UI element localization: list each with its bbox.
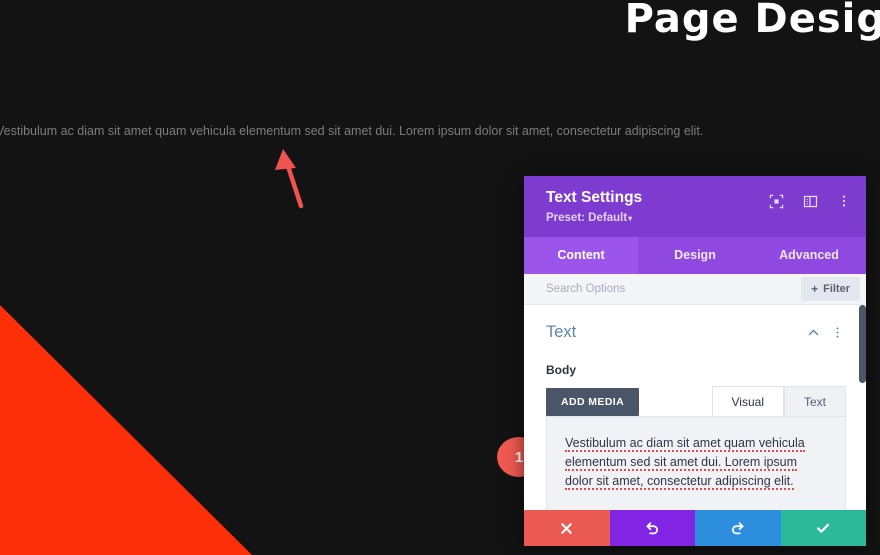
editor-content-line-2: elementum sed sit amet dui. Lorem ipsum [565,455,798,471]
decorative-red-triangle [0,305,252,555]
editor-tab-text[interactable]: Text [783,386,846,416]
expand-icon[interactable] [766,191,786,211]
filter-label: Filter [823,283,850,295]
cancel-button[interactable] [524,510,610,546]
check-icon [817,523,830,533]
canvas-paragraph: Vestibulum ac diam sit amet quam vehicul… [0,124,704,138]
undo-icon [646,522,659,535]
field-label-body: Body [546,363,576,377]
chevron-down-icon: ▾ [628,214,633,223]
page-title: Page Desig [624,0,880,42]
panel-layout-icon[interactable] [800,191,820,211]
modal-scrollbar[interactable] [859,305,866,510]
redo-icon [731,522,744,535]
section-title: Text [546,323,577,341]
undo-button[interactable] [609,510,695,546]
close-icon [561,522,572,534]
rich-text-editor[interactable]: Vestibulum ac diam sit amet quam vehicul… [546,416,846,510]
editor-line-2: elementum sed sit amet dui. Lorem ipsum [565,453,827,472]
editor-content-line-1: Vestibulum ac diam sit amet quam vehicul… [565,436,805,452]
tab-content[interactable]: Content [524,237,638,274]
editor-mode-tabs: Visual Text [711,386,846,416]
kebab-menu-icon[interactable] [834,191,854,211]
modal-footer [524,510,866,546]
annotation-arrow-icon [275,149,304,209]
add-media-button[interactable]: ADD MEDIA [546,388,640,416]
filter-button[interactable]: + Filter [801,277,860,301]
modal-tabs: Content Design Advanced [524,237,866,274]
text-settings-modal: Text Settings Preset: Default▾ Content D… [524,176,866,546]
editor-screen: Page Desig Vestibulum ac diam sit amet q… [0,0,880,555]
save-button[interactable] [780,510,866,546]
editor-toolbar: ADD MEDIA Visual Text [546,386,846,416]
section-kebab-menu-icon[interactable] [828,324,846,342]
editor-tab-visual[interactable]: Visual [711,386,784,416]
chevron-up-icon[interactable] [804,324,822,342]
preset-selector[interactable]: Preset: Default▾ [546,211,850,226]
editor-content-line-3: dolor sit amet, consectetur adipiscing e… [565,474,794,490]
editor-line-3: dolor sit amet, consectetur adipiscing e… [565,472,827,491]
preset-label: Preset: Default [546,212,628,224]
tab-design[interactable]: Design [638,237,752,274]
search-input[interactable] [546,283,802,295]
section-header-text: Text [546,323,846,342]
modal-body: Text Body ADD MEDIA Visual Text Vestibul… [524,305,866,510]
plus-icon: + [811,282,819,296]
redo-button[interactable] [695,510,781,546]
tab-advanced[interactable]: Advanced [752,237,866,274]
search-row: + Filter [524,274,866,305]
editor-line-1: Vestibulum ac diam sit amet quam vehicul… [565,434,827,453]
scrollbar-thumb[interactable] [859,305,866,383]
modal-header-icons [766,191,854,211]
modal-header: Text Settings Preset: Default▾ [524,176,866,237]
